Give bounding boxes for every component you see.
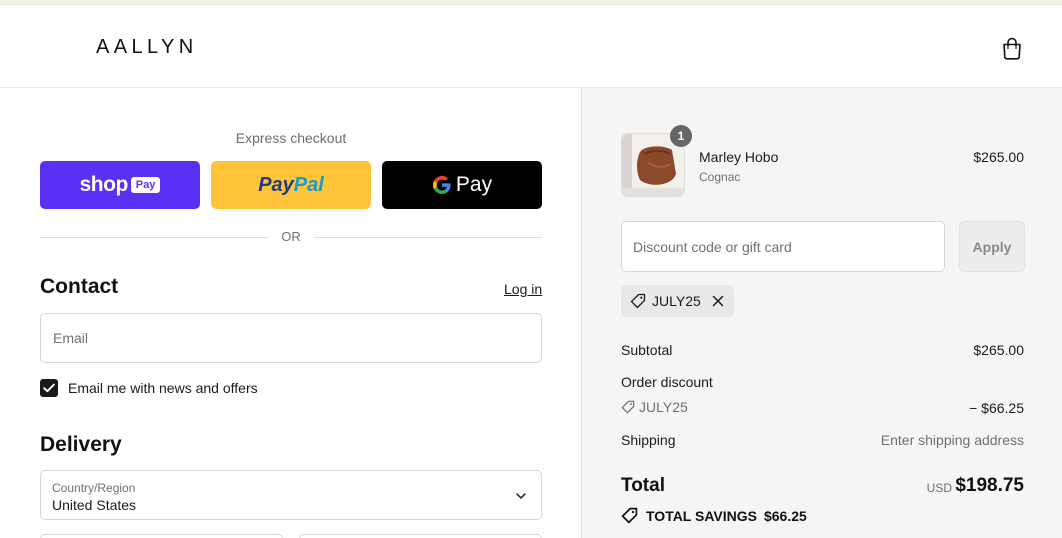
or-label: OR xyxy=(281,229,301,244)
google-g-icon xyxy=(432,176,451,194)
express-checkout-label: Express checkout xyxy=(235,130,347,146)
remove-discount-icon[interactable] xyxy=(712,295,724,307)
discount-code-input[interactable] xyxy=(622,222,944,271)
subtotal-value: $265.00 xyxy=(973,342,1024,358)
paypal-button[interactable]: PayPal xyxy=(211,161,371,209)
newsletter-checkbox-row[interactable]: Email me with news and offers xyxy=(40,379,258,397)
divider-line-right xyxy=(314,237,542,238)
subtotal-label: Subtotal xyxy=(621,342,673,358)
checkout-form: Express checkout shop Pay PayPal Pay OR … xyxy=(0,88,581,538)
site-header: AALLYN xyxy=(0,5,1062,88)
order-summary: 1 Marley Hobo Cognac $265.00 Apply JULY2… xyxy=(581,88,1062,538)
email-input[interactable] xyxy=(41,314,541,362)
total-savings-label: TOTAL SAVINGS xyxy=(646,507,757,524)
quantity-badge: 1 xyxy=(670,125,692,147)
checkmark-icon xyxy=(43,383,55,393)
product-name: Marley Hobo xyxy=(699,149,779,165)
or-divider: OR xyxy=(40,229,542,245)
delivery-heading: Delivery xyxy=(40,433,122,456)
total-savings-value: $66.25 xyxy=(763,507,807,524)
applied-discount-chip: JULY25 xyxy=(621,285,734,317)
discount-code-field[interactable] xyxy=(621,221,945,272)
apply-discount-button[interactable]: Apply xyxy=(959,221,1025,272)
brand-logo[interactable]: AALLYN xyxy=(96,36,198,59)
shipping-value: Enter shipping address xyxy=(880,432,1024,448)
order-discount-label: Order discount xyxy=(621,374,713,390)
last-name-field[interactable] xyxy=(299,534,542,538)
email-field[interactable] xyxy=(40,313,542,363)
newsletter-checkbox[interactable] xyxy=(40,379,58,397)
tag-icon xyxy=(621,400,635,414)
product-variant: Cognac xyxy=(699,170,741,184)
product-price: $265.00 xyxy=(973,149,1024,165)
order-discount-code: JULY25 xyxy=(621,399,688,415)
shop-pay-button[interactable]: shop Pay xyxy=(40,161,200,209)
country-region-value: United States xyxy=(52,497,137,513)
total-currency: USD xyxy=(926,481,952,495)
google-pay-label: Pay xyxy=(455,173,493,196)
country-region-select[interactable]: Country/Region United States xyxy=(40,470,542,520)
tag-icon xyxy=(630,293,646,309)
order-discount-value: − $66.25 xyxy=(969,400,1024,416)
shopping-bag-icon[interactable] xyxy=(1001,36,1023,60)
log-in-link[interactable]: Log in xyxy=(504,281,542,297)
shipping-label: Shipping xyxy=(621,432,676,448)
total-label: Total xyxy=(621,475,665,496)
shop-pay-wordmark: shop xyxy=(79,173,129,196)
order-discount-code-text: JULY25 xyxy=(639,399,688,415)
applied-discount-code: JULY25 xyxy=(652,293,701,309)
chevron-down-icon xyxy=(516,493,526,499)
contact-heading: Contact xyxy=(40,275,119,298)
first-name-field[interactable] xyxy=(40,534,283,538)
total-savings: TOTAL SAVINGS $66.25 xyxy=(621,507,807,524)
shop-pay-badge: Pay xyxy=(130,177,161,193)
newsletter-label: Email me with news and offers xyxy=(68,380,258,396)
divider-line-left xyxy=(40,237,268,238)
savings-tag-icon xyxy=(621,507,638,524)
paypal-wordmark: PayPal xyxy=(258,173,324,196)
google-pay-button[interactable]: Pay xyxy=(382,161,542,209)
country-region-label: Country/Region xyxy=(52,481,136,495)
total-amount: $198.75 xyxy=(955,475,1024,496)
